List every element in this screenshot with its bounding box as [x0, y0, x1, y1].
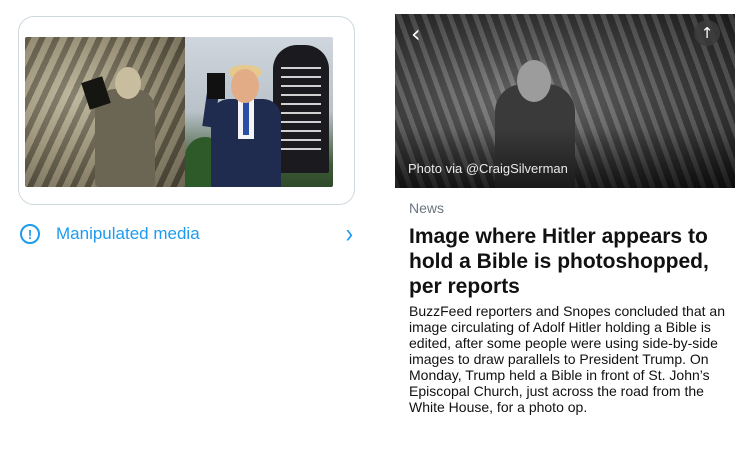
manipulated-media-label: Manipulated media [56, 224, 200, 243]
tweet-media-card[interactable] [18, 16, 355, 205]
back-icon[interactable]: ‹ [411, 22, 435, 46]
chevron-right-icon: › [345, 218, 353, 249]
article-body: BuzzFeed reporters and Snopes concluded … [409, 303, 725, 415]
section-label: News [409, 200, 445, 216]
church-sign-text [281, 67, 321, 157]
tweet-image-side-by-side[interactable] [25, 37, 333, 187]
person-head [517, 60, 551, 102]
tie [243, 101, 249, 135]
trump-image [185, 37, 333, 187]
manipulated-media-notice[interactable]: ! Manipulated media › [18, 220, 355, 248]
share-icon[interactable]: ↑ [694, 20, 720, 46]
bible [207, 73, 225, 99]
face [231, 69, 259, 103]
photo-credit: Photo via @CraigSilverman [408, 161, 568, 176]
info-icon: ! [20, 224, 40, 244]
hitler-image [25, 37, 185, 187]
article-headline: Image where Hitler appears to hold a Bib… [409, 225, 709, 298]
figure-head [115, 67, 141, 99]
image-fade [395, 128, 735, 188]
